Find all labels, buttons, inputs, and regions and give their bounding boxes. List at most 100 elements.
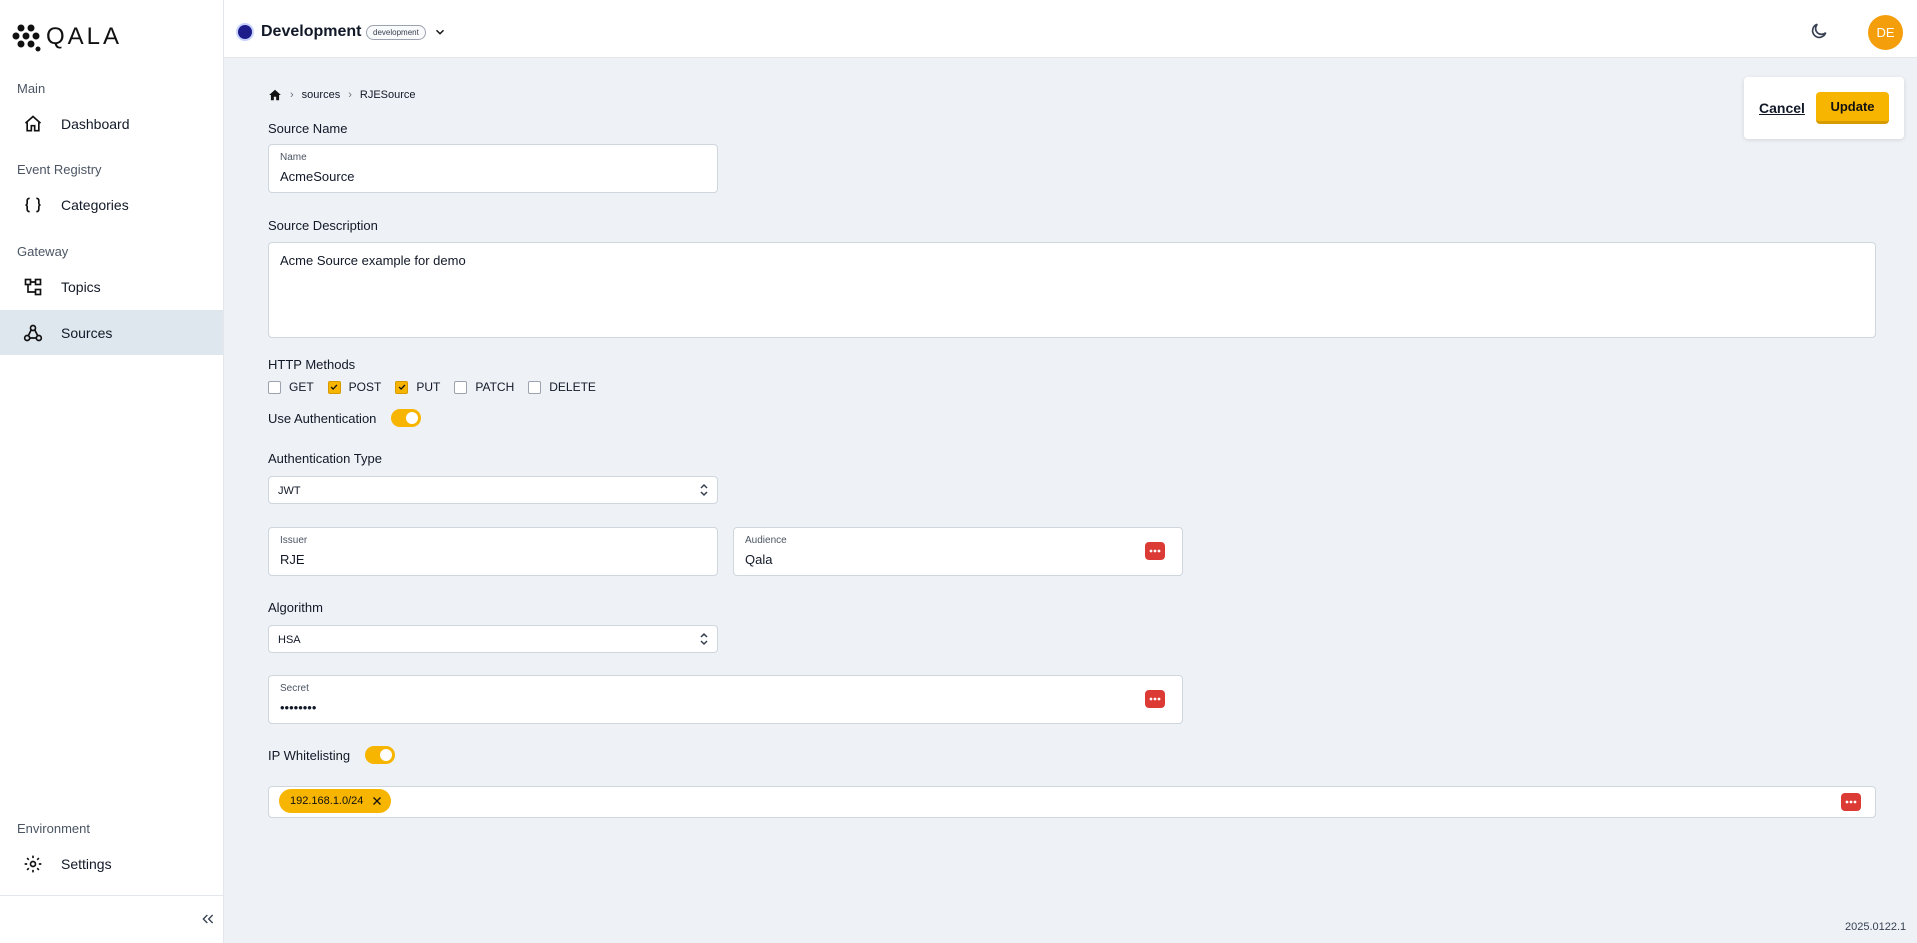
sidebar-item-sources[interactable]: Sources: [0, 310, 223, 355]
ip-whitelisting-toggle[interactable]: [365, 746, 395, 764]
chevron-down-icon[interactable]: [433, 25, 447, 39]
nav-section-gateway: Gateway: [17, 244, 69, 259]
environment-dot: [238, 25, 252, 39]
method-get[interactable]: GET: [268, 380, 314, 394]
avatar[interactable]: DE: [1868, 15, 1903, 50]
checkbox-delete[interactable]: [528, 380, 542, 394]
audience-field-label: Audience: [745, 535, 787, 546]
cancel-button[interactable]: Cancel: [1759, 100, 1805, 116]
sidebar-item-label: Categories: [61, 196, 129, 213]
method-label: GET: [289, 380, 314, 394]
app-version: 2025.0122.1: [1845, 921, 1907, 933]
ip-whitelist-options-button[interactable]: [1841, 793, 1861, 811]
more-dots-icon: [1149, 549, 1161, 553]
use-authentication-label: Use Authentication: [268, 411, 377, 426]
breadcrumb: › sources › RJESource: [268, 88, 416, 102]
use-authentication-toggle[interactable]: [391, 409, 421, 427]
method-label: PATCH: [475, 380, 515, 394]
breadcrumb-separator: ›: [348, 89, 352, 101]
checkbox-put[interactable]: [395, 380, 409, 394]
method-label: PUT: [416, 380, 441, 394]
breadcrumb-sources[interactable]: sources: [302, 89, 341, 101]
updown-chevron-icon: [700, 632, 708, 646]
method-label: POST: [348, 380, 382, 394]
update-button[interactable]: Update: [1816, 92, 1889, 124]
checkbox-get[interactable]: [268, 380, 281, 394]
sidebar: QALA Main Dashboard Event Registry Categ…: [0, 0, 224, 943]
name-field-value: AcmeSource: [280, 169, 355, 184]
audience-field[interactable]: Audience Qala: [733, 527, 1183, 576]
issuer-field[interactable]: Issuer RJE: [268, 527, 718, 576]
method-label: DELETE: [549, 380, 596, 394]
ip-chip-label: 192.168.1.0/24: [290, 795, 364, 807]
sidebar-item-settings[interactable]: Settings: [0, 841, 223, 886]
breadcrumb-current: RJESource: [359, 89, 416, 101]
updown-chevron-icon: [700, 483, 708, 497]
webhook-icon: [23, 324, 43, 341]
description-textarea[interactable]: Acme Source example for demo: [268, 242, 1876, 338]
checkbox-post[interactable]: [327, 380, 341, 394]
secret-options-button[interactable]: [1145, 690, 1165, 708]
sidebar-divider: [0, 895, 223, 896]
close-icon[interactable]: [371, 795, 383, 807]
audience-field-value: Qala: [745, 552, 773, 567]
ip-whitelist-input[interactable]: [268, 786, 1876, 818]
http-methods-label: HTTP Methods: [268, 357, 356, 372]
sidebar-item-categories[interactable]: Categories: [0, 182, 223, 227]
logo-text: QALA: [46, 23, 123, 50]
secret-field-label: Secret: [280, 683, 309, 694]
sidebar-item-label: Topics: [61, 278, 101, 295]
method-patch[interactable]: PATCH: [454, 380, 514, 394]
collapse-sidebar-button[interactable]: [198, 909, 218, 929]
issuer-field-label: Issuer: [280, 535, 308, 546]
environment-name[interactable]: Development: [261, 23, 361, 41]
method-delete[interactable]: DELETE: [528, 380, 596, 394]
nav-section-environment: Environment: [17, 821, 90, 836]
nav-section-main: Main: [17, 81, 46, 96]
audience-options-button[interactable]: [1145, 542, 1165, 560]
double-chevron-left-icon: [202, 914, 214, 924]
checkbox-patch[interactable]: [454, 380, 468, 394]
home-icon[interactable]: [268, 88, 282, 102]
method-put[interactable]: PUT: [395, 380, 440, 394]
ip-whitelisting-label: IP Whitelisting: [268, 748, 351, 763]
algorithm-select[interactable]: HSA: [268, 625, 718, 653]
source-description-label: Source Description: [268, 218, 378, 233]
name-field[interactable]: Name AcmeSource: [268, 144, 718, 193]
authentication-type-value: JWT: [278, 485, 301, 497]
sidebar-item-label: Sources: [61, 324, 113, 341]
top-bar: Development development DE: [224, 0, 1917, 58]
gear-icon: [24, 855, 42, 872]
algorithm-label: Algorithm: [268, 600, 323, 615]
qala-logo-icon: [12, 24, 41, 52]
more-dots-icon: [1149, 697, 1161, 701]
http-methods-group: GET POST PUT PATCH DELETE: [268, 380, 610, 394]
authentication-type-select[interactable]: JWT: [268, 476, 718, 504]
check-icon: [330, 384, 338, 390]
sidebar-item-label: Settings: [61, 855, 112, 872]
authentication-type-label: Authentication Type: [268, 451, 382, 466]
qala-logo[interactable]: QALA: [12, 22, 122, 52]
nav-section-event-registry: Event Registry: [17, 162, 102, 177]
secret-field-value: ••••••••: [280, 700, 317, 715]
sidebar-item-dashboard[interactable]: Dashboard: [0, 101, 223, 146]
issuer-field-value: RJE: [280, 552, 305, 567]
sidebar-item-topics[interactable]: Topics: [0, 264, 223, 309]
environment-badge: development: [366, 25, 426, 40]
description-value: Acme Source example for demo: [280, 253, 466, 268]
source-name-label: Source Name: [268, 121, 348, 136]
secret-field[interactable]: Secret ••••••••: [268, 675, 1183, 724]
action-card: Cancel Update: [1744, 77, 1904, 139]
more-dots-icon: [1845, 800, 1857, 804]
moon-icon[interactable]: [1809, 21, 1829, 41]
ip-chip: 192.168.1.0/24: [279, 789, 392, 813]
name-field-label: Name: [280, 152, 307, 163]
hierarchy-icon: [24, 278, 42, 295]
breadcrumb-separator: ›: [290, 89, 294, 101]
check-icon: [398, 384, 406, 390]
algorithm-value: HSA: [278, 634, 301, 646]
method-post[interactable]: POST: [327, 380, 382, 394]
sidebar-item-label: Dashboard: [61, 115, 130, 132]
home-icon: [24, 114, 42, 131]
braces-icon: [25, 197, 41, 212]
